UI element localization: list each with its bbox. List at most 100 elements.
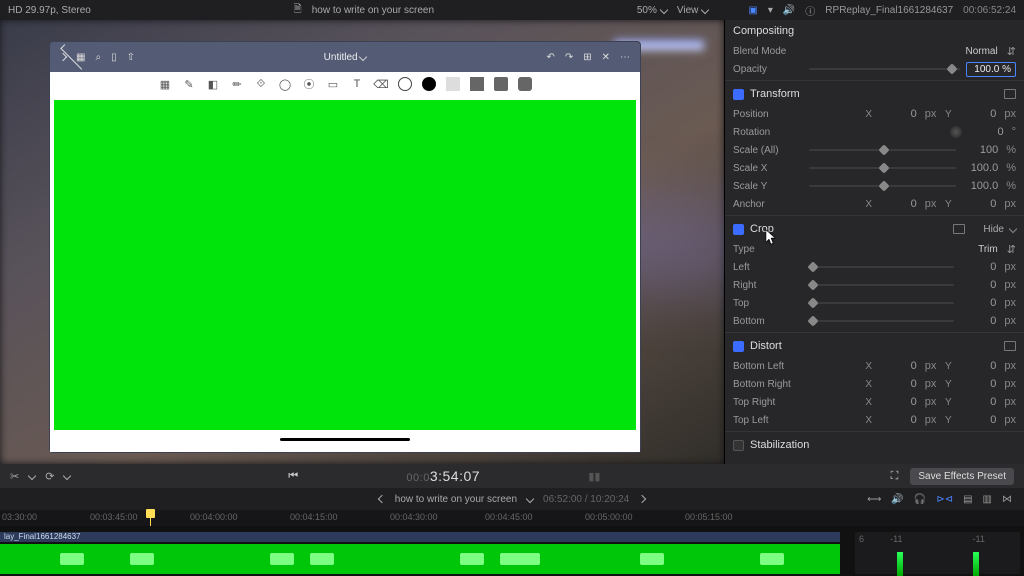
inspector-panel: Compositing Blend Mode Normal ⇵ Opacity … xyxy=(724,20,1024,464)
crop-reset-icon[interactable] xyxy=(953,224,965,234)
crop-right-row[interactable]: Right0px xyxy=(733,276,1016,294)
timeline-tracks[interactable]: lay_Final1661284637 -11-11 6 xyxy=(0,526,1024,576)
position-row[interactable]: PositionX0pxY0px xyxy=(733,105,1016,123)
top-info-bar: HD 29.97p, Stereo 🗎 how to write on your… xyxy=(0,0,1024,20)
bookmark-icon[interactable]: ▯ xyxy=(111,52,117,63)
tool-lasso-icon[interactable]: ◯ xyxy=(278,77,292,91)
ruler-tick: 00:05:00:00 xyxy=(585,512,633,522)
tool-image-icon[interactable]: ▭ xyxy=(326,77,340,91)
notes-canvas xyxy=(50,96,640,434)
transform-header[interactable]: Transform xyxy=(733,83,1016,105)
stroke-thick-icon[interactable] xyxy=(518,77,532,91)
toolbar-divider xyxy=(446,77,460,91)
zoom-dropdown[interactable]: 50% xyxy=(637,5,667,16)
connected-clip[interactable]: lay_Final1661284637 xyxy=(0,532,840,542)
color-black-icon[interactable] xyxy=(422,77,436,91)
ruler-tick: 00:03:45:00 xyxy=(90,512,138,522)
save-effects-preset-button[interactable]: Save Effects Preset xyxy=(910,468,1014,485)
crop-bottom-row[interactable]: Bottom0px xyxy=(733,312,1016,330)
notes-footer xyxy=(50,434,640,452)
distort-bl-row[interactable]: Bottom LeftX0pxY0px xyxy=(733,357,1016,375)
primary-storyline-clip[interactable] xyxy=(0,544,840,574)
ruler-tick: 00:04:00:00 xyxy=(190,512,238,522)
transitions-icon[interactable]: ⋈ xyxy=(1002,494,1012,505)
scale-x-row[interactable]: Scale X100.0% xyxy=(733,159,1016,177)
distort-tr-row[interactable]: Top RightX0pxY0px xyxy=(733,393,1016,411)
opacity-field[interactable]: 100.0 % xyxy=(966,62,1016,77)
distort-header[interactable]: Distort xyxy=(733,335,1016,357)
notes-app-titlebar: ▦ ⌕ ▯ ⇧ Untitled ↶ ↷ ⊞ ✕ ⋯ xyxy=(50,42,640,72)
timeline-title[interactable]: how to write on your screen xyxy=(395,494,517,505)
timeline-duration: 06:52:00 / 10:20:24 xyxy=(543,494,629,505)
tool-text-icon[interactable]: T xyxy=(350,77,364,91)
timeline-next-icon[interactable] xyxy=(638,495,646,503)
distort-tl-row[interactable]: Top LeftX0pxY0px xyxy=(733,411,1016,429)
tool-pencil-icon[interactable]: ✏ xyxy=(230,77,244,91)
search-icon[interactable]: ⌕ xyxy=(95,52,101,63)
skimming-icon[interactable]: ⟷ xyxy=(867,494,881,505)
inspector-tab-info[interactable]: ⓘ xyxy=(805,3,815,18)
close-icon[interactable]: ✕ xyxy=(602,52,610,63)
tool-shape-icon[interactable]: ⟐ xyxy=(254,77,268,91)
scale-all-row[interactable]: Scale (All)100% xyxy=(733,141,1016,159)
crop-header[interactable]: Crop Hide xyxy=(733,218,1016,240)
audio-skim-icon[interactable]: 🔊 xyxy=(891,494,903,505)
share-icon[interactable]: ⇧ xyxy=(127,52,135,63)
timeline-header: how to write on your screen 06:52:00 / 1… xyxy=(0,488,1024,510)
project-title: how to write on your screen xyxy=(312,5,434,16)
inspector-tab-audio[interactable]: 🔊 xyxy=(783,5,795,16)
distort-reset-icon[interactable] xyxy=(1004,341,1016,351)
new-icon[interactable]: ⊞ xyxy=(583,52,591,63)
notes-title: Untitled xyxy=(324,52,367,63)
anchor-row[interactable]: AnchorX0pxY0px xyxy=(733,195,1016,213)
redo-icon[interactable]: ↷ xyxy=(565,52,573,63)
solo-icon[interactable]: 🎧 xyxy=(914,494,926,505)
blend-mode-row[interactable]: Blend Mode Normal ⇵ xyxy=(733,42,1016,60)
undo-icon[interactable]: ↶ xyxy=(546,52,554,63)
tool-eraser-icon[interactable]: ◧ xyxy=(206,77,220,91)
audio-meter-left xyxy=(897,552,903,576)
hide-button[interactable]: Hide xyxy=(983,224,1004,235)
timeline-ruler[interactable]: 03:30:0000:03:45:0000:04:00:0000:04:15:0… xyxy=(0,510,1024,526)
view-dropdown[interactable]: View xyxy=(677,5,709,16)
inspector-tab-video[interactable]: ▣ xyxy=(748,5,757,16)
stroke-thin-icon[interactable] xyxy=(470,77,484,91)
timeline-prev-icon[interactable] xyxy=(378,495,386,503)
menu-icon[interactable]: ⋯ xyxy=(620,52,630,63)
tool-link-icon[interactable]: ⌫ xyxy=(374,77,388,91)
opacity-row[interactable]: Opacity 100.0 % xyxy=(733,60,1016,78)
clip-name: RPReplay_Final1661284637 xyxy=(825,5,953,16)
tool-pen-icon[interactable]: ✎ xyxy=(182,77,196,91)
crop-left-row[interactable]: Left0px xyxy=(733,258,1016,276)
rotation-row[interactable]: Rotation0° xyxy=(733,123,1016,141)
scale-y-row[interactable]: Scale Y100.0% xyxy=(733,177,1016,195)
play-icon[interactable]: ▮▮ xyxy=(588,470,600,483)
retime-icon[interactable]: ⟳ xyxy=(45,470,54,483)
stroke-med-icon[interactable] xyxy=(494,77,508,91)
fullscreen-icon[interactable]: ⛶ xyxy=(891,470,899,483)
stabilization-header[interactable]: Stabilization xyxy=(733,434,1016,456)
tool-select-icon[interactable]: ⦿ xyxy=(302,77,316,91)
snapping-icon[interactable]: ⊳⊲ xyxy=(936,494,953,505)
effects-icon[interactable]: ▥ xyxy=(983,494,992,505)
notes-app-window: ▦ ⌕ ▯ ⇧ Untitled ↶ ↷ ⊞ ✕ ⋯ ▦ ✎ ◧ ✏ xyxy=(50,42,640,452)
home-indicator xyxy=(280,438,410,441)
color-outline-icon[interactable] xyxy=(398,77,412,91)
rotation-dial-icon[interactable] xyxy=(950,126,962,138)
ruler-tick: 03:30:00 xyxy=(2,512,37,522)
viewer: ▦ ⌕ ▯ ⇧ Untitled ↶ ↷ ⊞ ✕ ⋯ ▦ ✎ ◧ ✏ xyxy=(0,20,724,464)
crop-type-row[interactable]: TypeTrim ⇵ xyxy=(733,240,1016,258)
notes-toolbar: ▦ ✎ ◧ ✏ ⟐ ◯ ⦿ ▭ T ⌫ xyxy=(50,72,640,96)
doc-icon: 🗎 xyxy=(294,2,302,19)
clip-clock: 00:06:52:24 xyxy=(963,5,1016,16)
reset-icon[interactable] xyxy=(1004,89,1016,99)
index-icon[interactable]: ▤ xyxy=(963,494,972,505)
inspector-tab-color[interactable]: ▾ xyxy=(768,5,773,16)
prev-frame-icon[interactable]: ⏮ xyxy=(288,470,298,483)
distort-br-row[interactable]: Bottom RightX0pxY0px xyxy=(733,375,1016,393)
ruler-tick: 00:05:15:00 xyxy=(685,512,733,522)
crop-top-row[interactable]: Top0px xyxy=(733,294,1016,312)
tool-grid-icon[interactable]: ▦ xyxy=(158,77,172,91)
compositing-header: Compositing xyxy=(733,20,1016,42)
tools-icon[interactable]: ✂︎ xyxy=(10,470,19,483)
